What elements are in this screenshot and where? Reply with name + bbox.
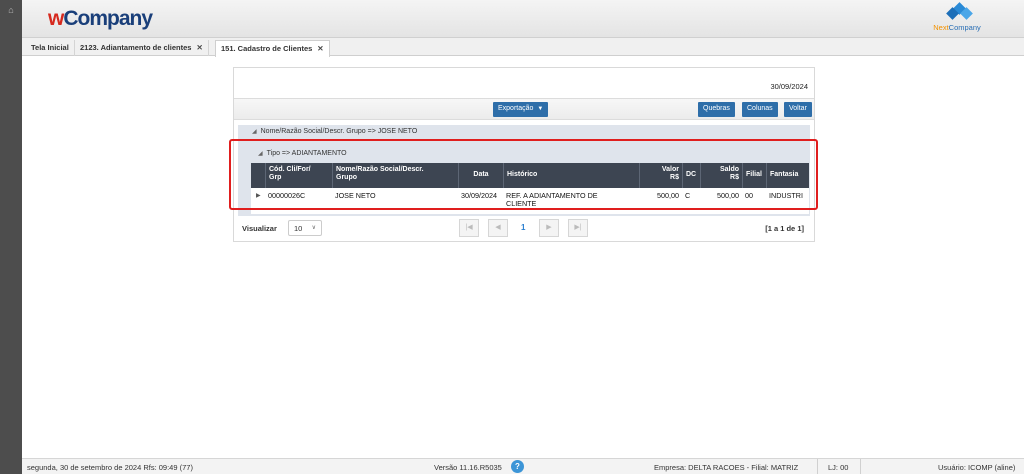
pagination: Visualizar 10 ∨ |◀ ◀ 1 ▶ ▶| [1 a 1 de 1]	[234, 218, 814, 242]
collapse-triangle-icon[interactable]: ◢	[252, 129, 257, 135]
help-icon[interactable]: ?	[511, 460, 524, 473]
home-icon[interactable]: ⌂	[5, 5, 17, 15]
voltar-button[interactable]: Voltar	[784, 102, 812, 117]
report-toolbar: Exportação ▼ Quebras Colunas Voltar	[234, 98, 814, 120]
left-rail: ⌂	[0, 0, 22, 474]
last-page-button[interactable]: ▶|	[568, 219, 588, 237]
close-icon[interactable]: ✕	[317, 44, 323, 53]
report-date: 30/09/2024	[770, 82, 808, 91]
tab-bar: Tela Inicial 2123. Adiantamento de clien…	[22, 38, 1024, 57]
nextcompany-logo: NextCompany	[926, 2, 988, 35]
chevron-down-icon: ▼	[537, 106, 544, 112]
prev-page-button[interactable]: ◀	[488, 219, 508, 237]
status-lj: LJ: 00	[828, 463, 849, 472]
group-header-nome[interactable]: ◢ Nome/Razão Social/Descr. Grupo => JOSE …	[238, 125, 810, 140]
wcompany-logo: wCompany	[48, 7, 153, 30]
chevron-down-icon: ∨	[311, 225, 316, 231]
status-usuario: Usuário: ICOMP (aline)	[938, 463, 1016, 472]
status-version: Versão 11.16.R5035	[434, 463, 502, 472]
export-button[interactable]: Exportação ▼	[493, 102, 549, 117]
page-size-select[interactable]: 10 ∨	[288, 220, 322, 236]
current-page[interactable]: 1	[521, 223, 525, 232]
tab-cadastro-clientes[interactable]: 151. Cadastro de Clientes ✕	[215, 40, 330, 57]
next-page-button[interactable]: ▶	[539, 219, 559, 237]
app-header: wCompany NextCompany	[22, 0, 1024, 38]
colunas-button[interactable]: Colunas	[742, 102, 778, 117]
tab-tela-inicial[interactable]: Tela Inicial	[26, 40, 75, 56]
close-icon[interactable]: ✕	[196, 43, 202, 52]
quebras-button[interactable]: Quebras	[698, 102, 735, 117]
page-info: [1 a 1 de 1]	[765, 224, 804, 233]
first-page-button[interactable]: |◀	[459, 219, 479, 237]
status-empresa: Empresa: DELTA RACOES - Filial: MATRIZ	[654, 463, 799, 472]
highlight-box	[229, 139, 818, 210]
nextcompany-diamond-icon	[946, 2, 973, 20]
status-datetime: segunda, 30 de setembro de 2024 Rfs: 09:…	[27, 463, 193, 472]
status-bar: segunda, 30 de setembro de 2024 Rfs: 09:…	[22, 458, 1024, 474]
tab-adiantamento-clientes[interactable]: 2123. Adiantamento de clientes ✕	[75, 40, 209, 56]
